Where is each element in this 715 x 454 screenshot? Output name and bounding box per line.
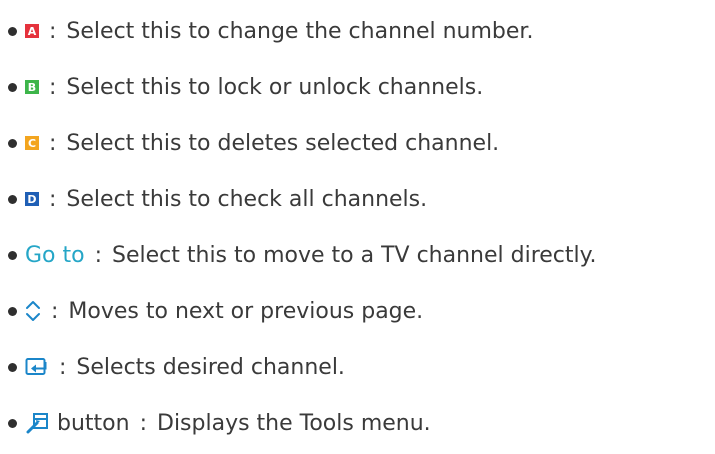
list-item-green-b: B : Select this to lock or unlock channe… bbox=[8, 70, 483, 104]
list-item-go-to: Go to : Select this to move to a TV chan… bbox=[8, 238, 597, 272]
button-label: button bbox=[57, 410, 130, 436]
tools-icon bbox=[25, 411, 49, 435]
bullet bbox=[8, 194, 17, 204]
item-description: Selects desired channel. bbox=[76, 354, 345, 380]
item-description: Select this to deletes selected channel. bbox=[66, 130, 500, 156]
item-description: Moves to next or previous page. bbox=[68, 298, 424, 324]
bullet bbox=[8, 138, 17, 148]
separator: : bbox=[139, 410, 147, 436]
list-item-red-a: A : Select this to change the channel nu… bbox=[8, 14, 533, 48]
blue-d-button-icon: D bbox=[25, 192, 39, 206]
bullet bbox=[8, 26, 17, 36]
list-item-enter: : Selects desired channel. bbox=[8, 350, 345, 384]
item-description: Select this to change the channel number… bbox=[66, 18, 534, 44]
separator: : bbox=[49, 186, 57, 212]
bullet bbox=[8, 418, 17, 428]
bullet bbox=[8, 306, 17, 316]
separator: : bbox=[51, 298, 59, 324]
separator: : bbox=[94, 242, 103, 268]
up-down-arrows-icon bbox=[25, 300, 41, 322]
separator: : bbox=[49, 130, 57, 156]
go-to-label: Go to bbox=[25, 242, 85, 268]
bullet bbox=[8, 362, 17, 372]
green-b-button-icon: B bbox=[25, 80, 39, 94]
item-description: Select this to move to a TV channel dire… bbox=[112, 242, 597, 268]
bullet bbox=[8, 82, 17, 92]
item-description: Displays the Tools menu. bbox=[157, 410, 431, 436]
list-item-page-navigation: : Moves to next or previous page. bbox=[8, 294, 423, 328]
list-item-tools: button : Displays the Tools menu. bbox=[8, 406, 431, 440]
list-item-blue-d: D : Select this to check all channels. bbox=[8, 182, 427, 216]
enter-icon bbox=[25, 357, 49, 377]
separator: : bbox=[49, 74, 57, 100]
channel-list-help: A : Select this to change the channel nu… bbox=[0, 0, 715, 454]
separator: : bbox=[59, 354, 67, 380]
list-item-yellow-c: C : Select this to deletes selected chan… bbox=[8, 126, 499, 160]
yellow-c-button-icon: C bbox=[25, 136, 39, 150]
bullet bbox=[8, 250, 17, 260]
separator: : bbox=[49, 18, 57, 44]
item-description: Select this to check all channels. bbox=[66, 186, 428, 212]
item-description: Select this to lock or unlock channels. bbox=[66, 74, 484, 100]
red-a-button-icon: A bbox=[25, 24, 39, 38]
